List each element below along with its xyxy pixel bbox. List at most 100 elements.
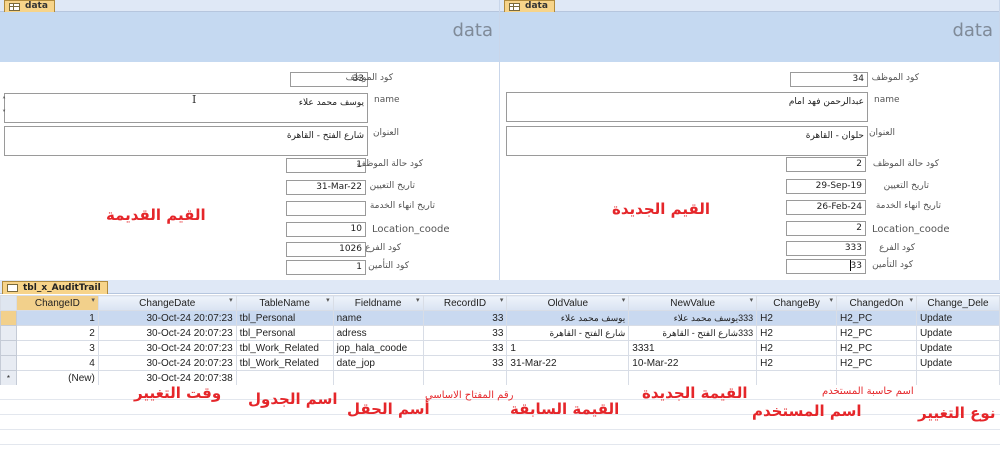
cell-changedate[interactable]: 30-Oct-24 20:07:23 (97, 325, 237, 341)
cell-oldvalue[interactable]: 31-Mar-22 (506, 355, 630, 371)
new-record-marker[interactable]: * (0, 370, 17, 386)
column-header-oldvalue[interactable]: OldValue ▾ (506, 295, 630, 311)
new-values-annotation: القيم الجديدة (612, 200, 711, 218)
cell-newvalue[interactable]: 333يوسف محمد علاء (628, 310, 758, 326)
cell-empty[interactable] (422, 370, 508, 386)
cell-newvalue[interactable]: 3331 (628, 340, 758, 356)
column-header-tablename[interactable]: TableName ▾ (235, 295, 334, 311)
dropdown-arrow-icon[interactable]: ▾ (416, 297, 420, 304)
dropdown-arrow-icon[interactable]: ▾ (326, 297, 330, 304)
cell-changeby[interactable]: H2 (756, 355, 838, 371)
column-header-newvalue[interactable]: NewValue ▾ (628, 295, 758, 311)
record-selector[interactable] (0, 355, 17, 371)
table-row[interactable]: 2 30-Oct-24 20:07:23 tbl_Personal adress… (0, 325, 1000, 341)
field-name-annotation: أسم الحقل (347, 400, 430, 418)
record-selector[interactable] (0, 325, 17, 341)
end-date-field[interactable]: 26-Feb-24 (786, 200, 866, 215)
cell-fieldname[interactable]: adress (332, 325, 424, 341)
table-row[interactable]: 1 30-Oct-24 20:07:23 tbl_Personal name 3… (0, 310, 1000, 326)
dropdown-arrow-icon[interactable]: ▾ (500, 297, 504, 304)
cell-recordid[interactable]: 33 (422, 325, 508, 341)
form-tab[interactable]: data (4, 0, 55, 12)
cell-tablename[interactable]: tbl_Personal (235, 310, 334, 326)
cell-change-dele[interactable]: Update (915, 310, 1000, 326)
cell-changeid[interactable]: (New) (15, 370, 99, 386)
cell-changeid[interactable]: 1 (15, 310, 99, 326)
status-code-field[interactable]: 1 (286, 158, 366, 173)
dropdown-arrow-icon[interactable]: ▾ (622, 297, 626, 304)
cell-oldvalue[interactable]: يوسف محمد علاء (506, 310, 630, 326)
column-header-changeid[interactable]: ChangeID ▾ (15, 295, 99, 311)
dropdown-arrow-icon[interactable]: ▾ (91, 297, 95, 304)
record-selector[interactable] (0, 310, 17, 326)
branch-field[interactable]: 333 (786, 241, 866, 256)
cell-changedate[interactable]: 30-Oct-24 20:07:23 (97, 355, 237, 371)
cell-empty[interactable] (915, 370, 1000, 386)
cell-changeid[interactable]: 3 (15, 340, 99, 356)
cell-fieldname[interactable]: name (332, 310, 424, 326)
cell-fieldname[interactable]: date_jop (332, 355, 424, 371)
cell-oldvalue[interactable]: شارع الفتح - القاهرة (506, 325, 630, 341)
table-row[interactable]: 3 30-Oct-24 20:07:23 tbl_Work_Related jo… (0, 340, 1000, 356)
cell-changeby[interactable]: H2 (756, 325, 838, 341)
column-header-fieldname[interactable]: Fieldname ▾ (332, 295, 424, 311)
location-field[interactable]: 10 (286, 222, 366, 237)
cell-changeby[interactable]: H2 (756, 310, 838, 326)
column-header-changeby[interactable]: ChangeBy ▾ (756, 295, 838, 311)
cell-changedon[interactable]: H2_PC (836, 325, 917, 341)
cell-change-dele[interactable]: Update (915, 355, 1000, 371)
cell-changedon[interactable]: H2_PC (836, 310, 917, 326)
hire-date-field[interactable]: 29-Sep-19 (786, 179, 866, 194)
cell-recordid[interactable]: 33 (422, 355, 508, 371)
status-code-field[interactable]: 2 (786, 157, 866, 172)
cell-fieldname[interactable]: jop_hala_coode (332, 340, 424, 356)
end-date-field[interactable] (286, 201, 366, 216)
cell-oldvalue[interactable]: 1 (506, 340, 630, 356)
dropdown-arrow-icon[interactable]: ▾ (229, 297, 233, 304)
cell-empty[interactable] (332, 370, 424, 386)
address-field[interactable]: شارع الفتح - القاهرة (4, 126, 368, 156)
dropdown-arrow-icon[interactable]: ▾ (909, 297, 913, 304)
cell-newvalue[interactable]: 10-Mar-22 (628, 355, 758, 371)
name-field[interactable]: عبدالرحمن فهد امام (506, 92, 868, 122)
column-header-changedon[interactable]: ChangedOn ▾ (836, 295, 917, 311)
cell-changeby[interactable]: H2 (756, 340, 838, 356)
cell-empty[interactable] (506, 370, 630, 386)
cell-tablename[interactable]: tbl_Work_Related (235, 355, 334, 371)
table-row[interactable]: 4 30-Oct-24 20:07:23 tbl_Work_Related da… (0, 355, 1000, 371)
form-tab[interactable]: data (504, 0, 555, 12)
cell-changedon[interactable]: H2_PC (836, 355, 917, 371)
dropdown-arrow-icon[interactable]: ▾ (830, 297, 834, 304)
hire-date-field[interactable]: 31-Mar-22 (286, 180, 366, 195)
cell-changeid[interactable]: 2 (15, 325, 99, 341)
dropdown-arrow-icon[interactable]: ▾ (750, 297, 754, 304)
cell-changedate[interactable]: 30-Oct-24 20:07:23 (97, 340, 237, 356)
record-selector[interactable] (0, 340, 17, 356)
location-field[interactable]: 2 (786, 221, 866, 236)
cell-tablename[interactable]: tbl_Personal (235, 325, 334, 341)
address-field[interactable]: حلوان - القاهرة (506, 126, 868, 156)
branch-field[interactable]: 1026 (286, 242, 366, 257)
cell-empty[interactable] (836, 370, 917, 386)
cell-recordid[interactable]: 33 (422, 310, 508, 326)
cell-recordid[interactable]: 33 (422, 340, 508, 356)
cell-changedon[interactable]: H2_PC (836, 340, 917, 356)
insurance-field[interactable]: 1 (286, 260, 366, 275)
name-field[interactable]: يوسف محمد علاء (4, 93, 368, 123)
table-tab[interactable]: tbl_x_AuditTrail (2, 281, 108, 294)
column-header-changedate[interactable]: ChangeDate ▾ (97, 295, 237, 311)
cell-changedate[interactable]: 30-Oct-24 20:07:23 (97, 310, 237, 326)
cell-changeid[interactable]: 4 (15, 355, 99, 371)
column-header-change-dele[interactable]: Change_Dele (915, 295, 1000, 311)
cell-empty[interactable] (756, 370, 838, 386)
cell-tablename[interactable]: tbl_Work_Related (235, 340, 334, 356)
cell-change-dele[interactable]: Update (915, 325, 1000, 341)
cell-change-dele[interactable]: Update (915, 340, 1000, 356)
name-scroll-arrows[interactable]: ˄ ˅ (2, 94, 6, 120)
cell-empty[interactable] (235, 370, 334, 386)
cell-newvalue[interactable]: 333شارع الفتح - القاهرة (628, 325, 758, 341)
select-all-corner[interactable] (0, 295, 17, 311)
column-header-recordid[interactable]: RecordID ▾ (422, 295, 508, 311)
emp-code-field[interactable]: 34 (790, 72, 868, 87)
form-tab-label: data (525, 1, 548, 11)
